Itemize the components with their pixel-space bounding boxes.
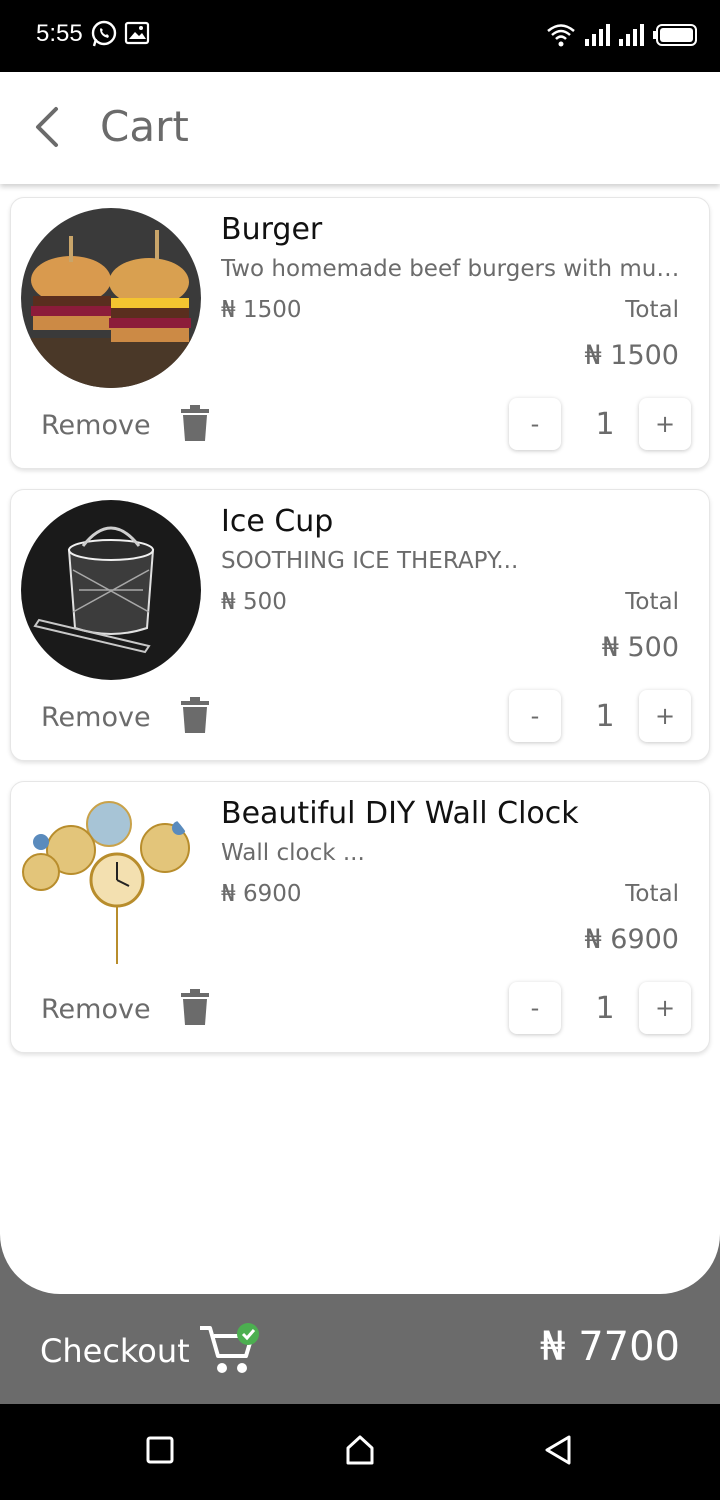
checkout-bar: Checkout ₦ 7700 <box>0 1294 720 1404</box>
quantity-value: 1 <box>595 698 615 734</box>
gallery-icon <box>124 20 150 52</box>
battery-icon <box>652 23 698 51</box>
item-name: Beautiful DIY Wall Clock <box>221 796 579 831</box>
decrement-button[interactable]: - <box>509 982 561 1034</box>
system-icons <box>546 22 698 52</box>
back-icon <box>543 1434 573 1470</box>
grand-total: ₦ 7700 <box>540 1324 680 1370</box>
item-description: Wall clock ... <box>221 840 365 866</box>
remove-item-button[interactable]: Remove <box>41 982 209 1036</box>
page-title: Cart <box>100 102 189 151</box>
item-name: Burger <box>221 212 323 247</box>
recent-apps-button[interactable] <box>140 1432 180 1472</box>
signal-icon <box>584 23 610 51</box>
increment-button[interactable]: + <box>639 982 691 1034</box>
cart-sheet: Cart Burger Two homemade beef burgers wi… <box>0 72 720 1294</box>
item-total-label: Total <box>625 589 679 615</box>
wifi-icon <box>546 22 576 52</box>
home-button[interactable] <box>340 1432 380 1472</box>
signal-icon <box>618 23 644 51</box>
product-image-ice-cup <box>21 500 201 680</box>
item-total: ₦ 6900 <box>584 924 679 955</box>
back-button[interactable] <box>26 104 66 154</box>
item-total-label: Total <box>625 881 679 907</box>
cart-item-burger: Burger Two homemade beef burgers with mu… <box>10 197 710 469</box>
remove-item-button[interactable]: Remove <box>41 690 209 744</box>
notification-icons <box>90 20 150 52</box>
item-unit-price: ₦ 500 <box>221 589 287 615</box>
item-total: ₦ 1500 <box>584 340 679 371</box>
checkout-button[interactable]: Checkout <box>40 1322 262 1380</box>
item-unit-price: ₦ 6900 <box>221 881 302 907</box>
whatsapp-icon <box>90 20 118 52</box>
decrement-button[interactable]: - <box>509 690 561 742</box>
item-total-label: Total <box>625 297 679 323</box>
decrement-button[interactable]: - <box>509 398 561 450</box>
remove-label: Remove <box>41 409 151 441</box>
cart-item-wall-clock: Beautiful DIY Wall Clock Wall clock ... … <box>10 781 710 1053</box>
trash-icon <box>180 697 209 737</box>
trash-icon <box>180 989 209 1029</box>
item-total: ₦ 500 <box>601 632 679 663</box>
increment-button[interactable]: + <box>639 690 691 742</box>
item-name: Ice Cup <box>221 504 334 539</box>
item-description: Two homemade beef burgers with mus... <box>221 256 681 282</box>
item-unit-price: ₦ 1500 <box>221 297 302 323</box>
recent-apps-icon <box>146 1436 174 1468</box>
product-image-wall-clock <box>21 792 201 972</box>
system-nav-bar <box>0 1404 720 1500</box>
remove-label: Remove <box>41 701 151 733</box>
status-time: 5:55 <box>36 20 83 47</box>
remove-item-button[interactable]: Remove <box>41 398 209 452</box>
cart-check-icon <box>198 1322 262 1380</box>
remove-label: Remove <box>41 993 151 1025</box>
product-image-burger <box>21 208 201 388</box>
chevron-left-icon <box>32 105 60 153</box>
increment-button[interactable]: + <box>639 398 691 450</box>
trash-icon <box>180 405 209 445</box>
item-description: SOOTHING ICE THERAPY... <box>221 548 519 574</box>
quantity-value: 1 <box>595 990 615 1026</box>
quantity-value: 1 <box>595 406 615 442</box>
app-bar: Cart <box>0 72 720 184</box>
checkout-label: Checkout <box>40 1332 190 1370</box>
back-nav-button[interactable] <box>538 1432 578 1472</box>
home-icon <box>344 1434 376 1470</box>
cart-item-ice-cup: Ice Cup SOOTHING ICE THERAPY... ₦ 500 To… <box>10 489 710 761</box>
status-bar: 5:55 <box>0 0 720 72</box>
